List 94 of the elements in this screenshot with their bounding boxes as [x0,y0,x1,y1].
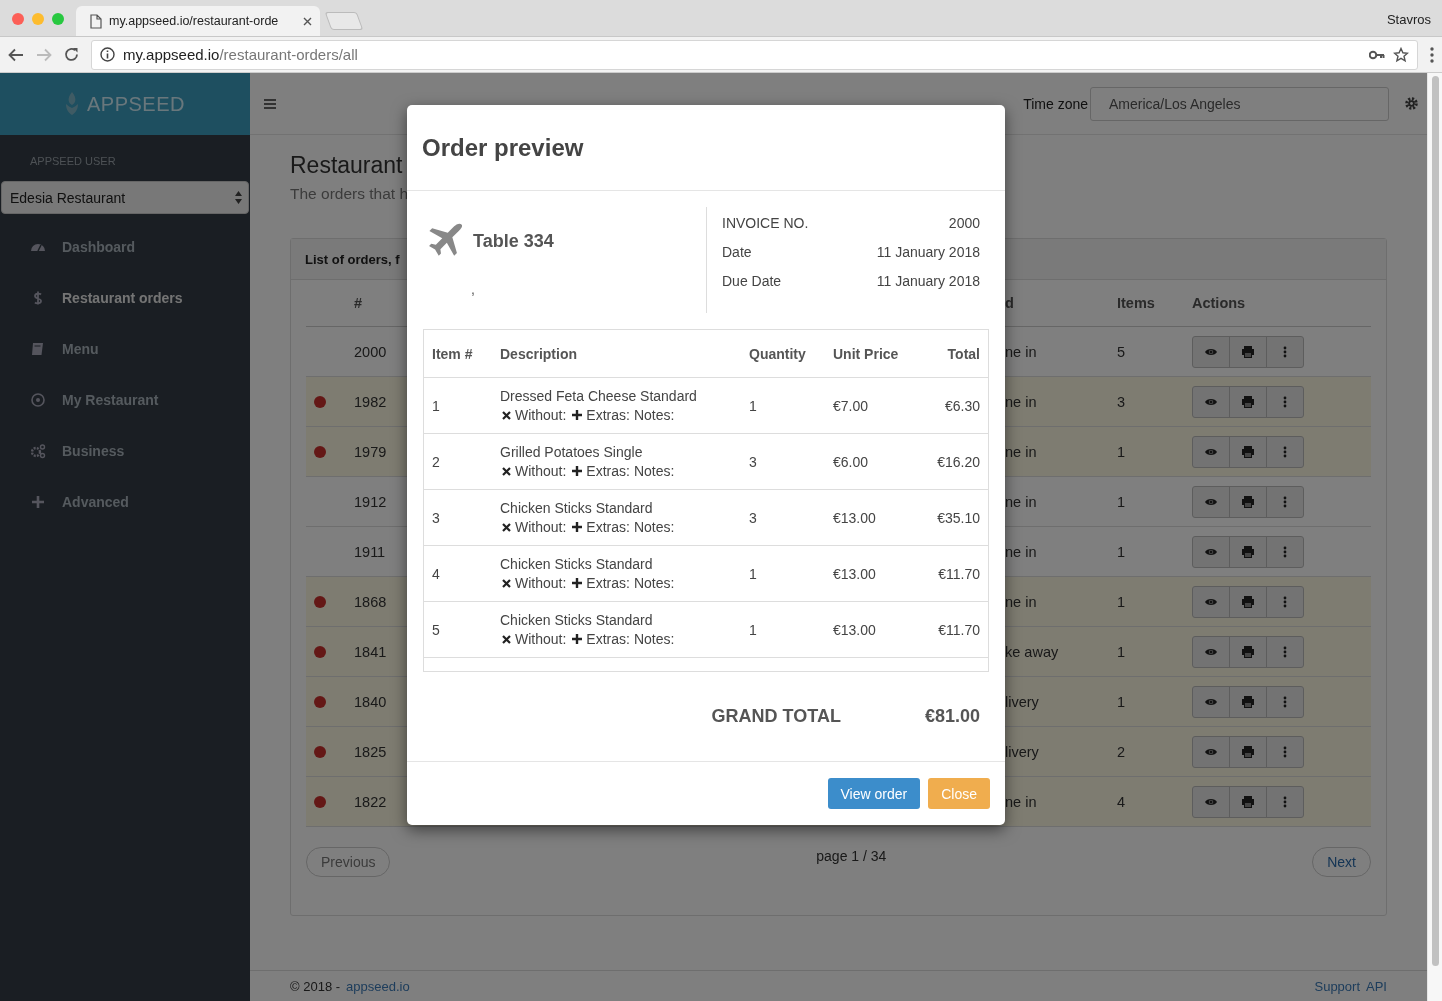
option-label: Extras: [586,575,630,591]
column-header: Description [499,345,578,362]
table-cell-text: 1982 [353,393,387,410]
table-cell-text: €6.00 [832,453,870,470]
table-cell-text: 1 [748,397,758,414]
column-header: Total [946,345,981,362]
table-cell-text: €13.00 [832,509,877,526]
option-label: Extras: [586,519,630,535]
option-label: Notes: [633,631,675,647]
option-label: Notes: [633,463,675,479]
table-cell-text: 4 [431,565,441,582]
option-label: Without: [515,519,567,535]
table-cell: ne in [1005,343,1037,360]
grand-total-value: €81.00 [924,706,980,727]
table-cell: ne in [1005,593,1037,610]
invoice-value: 2000 [948,215,980,233]
timezone-label: Time zone [1023,95,1088,112]
item-name: Chicken Sticks Standard [500,500,654,516]
table-cell: 1 [1117,643,1126,660]
table-cell: ne in [1005,543,1037,560]
invoice-label: Date [722,244,752,262]
page-title: Restaurant [290,152,404,179]
table-cell-text: 1 [748,565,758,582]
table-cell-text: 1868 [353,593,387,610]
table-cell: ne in [1005,443,1037,460]
table-cell-text: 1912 [353,493,387,510]
table-cell: ne in [1005,393,1037,410]
address-text: , [471,281,475,297]
table-cell: ne in [1005,793,1037,810]
table-cell: 1 [1117,493,1126,510]
table-cell-text: 1911 [353,543,386,560]
item-name: Dressed Feta Cheese Standard [500,388,698,404]
table-cell-text: 1979 [353,443,387,460]
table-cell-text: 3 [748,509,758,526]
table-cell: livery [1005,743,1039,760]
table-cell-text: €13.00 [832,621,877,638]
grand-total-label: GRAND TOTAL [711,706,841,727]
option-label: Notes: [633,407,675,423]
table-cell: 5 [1117,343,1126,360]
table-cell-text: 2 [431,453,441,470]
table-cell-text: 1 [431,397,441,414]
table-cell-text: 1841 [353,643,387,660]
table-cell-text: €11.70 [937,621,981,638]
table-cell-text: 1840 [353,693,387,710]
table-cell-text: 5 [431,621,441,638]
option-label: Notes: [633,575,675,591]
item-name: Chicken Sticks Standard [500,612,654,628]
table-cell-text: 1 [748,621,758,638]
table-cell-text: €11.70 [937,565,981,582]
table-cell-text: €7.00 [832,397,870,414]
option-label: Without: [515,631,567,647]
column-header: Actions [1192,295,1246,311]
copyright-text: © 2018 - [290,978,341,994]
table-cell: 1 [1117,693,1126,710]
table-cell: ne in [1005,493,1037,510]
table-cell: 1 [1117,543,1126,560]
tab-title: my.appseed.io/restaurant-orde [109,14,280,28]
invoice-value: 11 January 2018 [876,244,980,262]
table-cell: 2 [1117,743,1126,760]
table-cell-text: 1825 [353,743,387,760]
option-label: Without: [515,575,567,591]
item-name: Chicken Sticks Standard [500,556,654,572]
table-cell: 1 [1117,443,1126,460]
table-cell-text: €35.10 [936,509,981,526]
item-name: Grilled Potatoes Single [500,444,644,460]
column-header: d [1005,295,1014,311]
option-label: Without: [515,463,567,479]
page-indicator: page 1 / 34 [816,848,887,864]
page-subtitle: The orders that h [290,185,410,203]
table-cell-text: 2000 [353,343,387,360]
column-header: Items [1117,295,1155,311]
option-label: Extras: [586,463,630,479]
table-cell: 3 [1117,393,1126,410]
table-cell: ke away [1005,643,1059,660]
column-header: # [353,295,363,311]
column-header: Quantity [748,345,807,362]
option-label: Notes: [633,519,675,535]
table-cell: livery [1005,693,1039,710]
table-cell-text: 3 [431,509,441,526]
option-label: Without: [515,407,567,423]
brand-name: APPSEED [87,92,185,116]
invoice-label: INVOICE NO. [722,215,809,233]
table-cell-text: €13.00 [832,565,877,582]
column-header: Item # [431,345,474,362]
table-cell-text: 1822 [353,793,387,810]
option-label: Extras: [586,631,630,647]
option-label: Extras: [586,407,630,423]
modal-title: Order preview [422,133,584,162]
table-cell: 1 [1117,593,1126,610]
table-cell-text: 3 [748,453,758,470]
table-cell-text: €16.20 [936,453,981,470]
table-cell: 4 [1117,793,1126,810]
column-header: Unit Price [832,345,900,362]
table-cell-text: €6.30 [943,397,981,414]
